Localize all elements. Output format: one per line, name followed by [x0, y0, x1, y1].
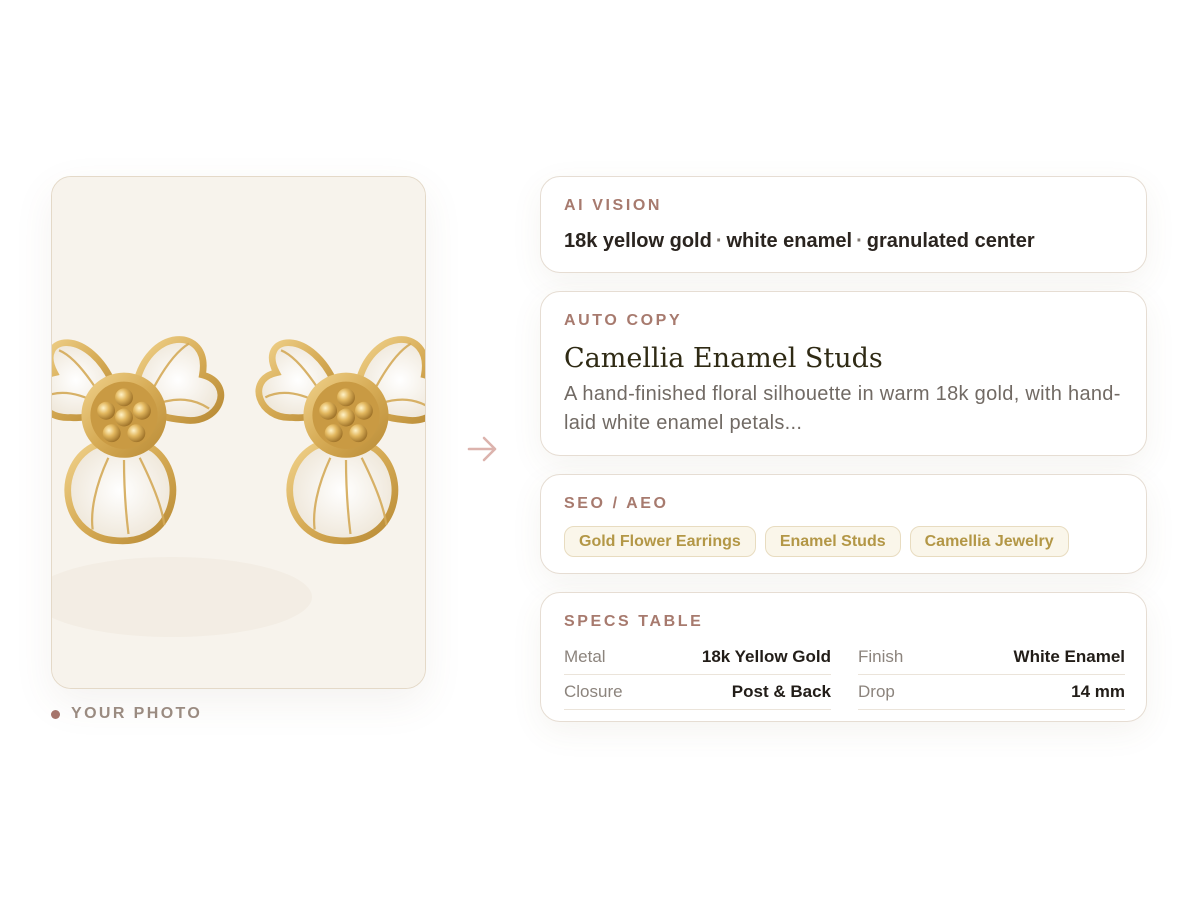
spec-value: 18k Yellow Gold: [701, 647, 831, 666]
product-description: A hand-finished floral silhouette in war…: [564, 383, 1121, 434]
specs-label: SPECS TABLE: [564, 613, 704, 630]
caption-dot-icon: [51, 709, 60, 719]
specs-panel: SPECS TABLE Metal 18k Yellow Gold Finish…: [540, 592, 1147, 722]
seo-tag-list: Gold Flower Earrings Enamel Studs Camell…: [564, 526, 1123, 557]
spec-key: Metal: [564, 647, 606, 666]
product-title: Camellia Enamel Studs: [564, 343, 883, 374]
caption-text: YOUR PHOTO: [71, 705, 203, 722]
photo-caption: YOUR PHOTO: [51, 705, 202, 723]
earrings-image: [52, 177, 425, 688]
spec-row: Metal 18k Yellow Gold: [564, 640, 831, 675]
spec-value: 14 mm: [1071, 682, 1125, 701]
arrow-right-icon: [467, 436, 497, 462]
spec-row: Closure Post & Back: [564, 675, 831, 710]
page: YOUR PHOTO AI VISION 18k yellow gold · whi…: [0, 0, 1200, 900]
spec-key: Closure: [564, 682, 623, 701]
spec-value: White Enamel: [1013, 647, 1125, 666]
specs-table: Metal 18k Yellow Gold Finish White Ename…: [564, 640, 1125, 710]
seo-label: SEO / AEO: [564, 495, 669, 512]
attribute-separator: ·: [856, 230, 863, 252]
ai-vision-label: AI VISION: [564, 197, 663, 214]
seo-tag[interactable]: Gold Flower Earrings: [564, 526, 756, 557]
spec-row: Finish White Enamel: [858, 640, 1125, 675]
spec-key: Finish: [858, 647, 904, 666]
spec-value: Post & Back: [731, 682, 831, 701]
seo-tag[interactable]: Enamel Studs: [764, 526, 901, 557]
vision-attribute: white enamel: [726, 230, 853, 252]
spec-key: Drop: [858, 682, 895, 701]
seo-panel: SEO / AEO Gold Flower Earrings Enamel St…: [540, 474, 1147, 574]
vision-attribute: granulated center: [866, 230, 1035, 252]
auto-copy-panel: AUTO COPY Camellia Enamel Studs A hand-f…: [540, 291, 1147, 456]
product-photo[interactable]: [51, 176, 426, 689]
ai-vision-panel: AI VISION 18k yellow gold · white enamel · g…: [540, 176, 1147, 273]
auto-copy-label: AUTO COPY: [564, 312, 683, 329]
spec-row: Drop 14 mm: [858, 675, 1125, 710]
ai-vision-attributes: 18k yellow gold · white enamel · granulated …: [564, 230, 1123, 253]
seo-tag[interactable]: Camellia Jewelry: [909, 526, 1069, 557]
attribute-separator: ·: [715, 230, 723, 252]
vision-attribute: 18k yellow gold: [564, 230, 712, 252]
